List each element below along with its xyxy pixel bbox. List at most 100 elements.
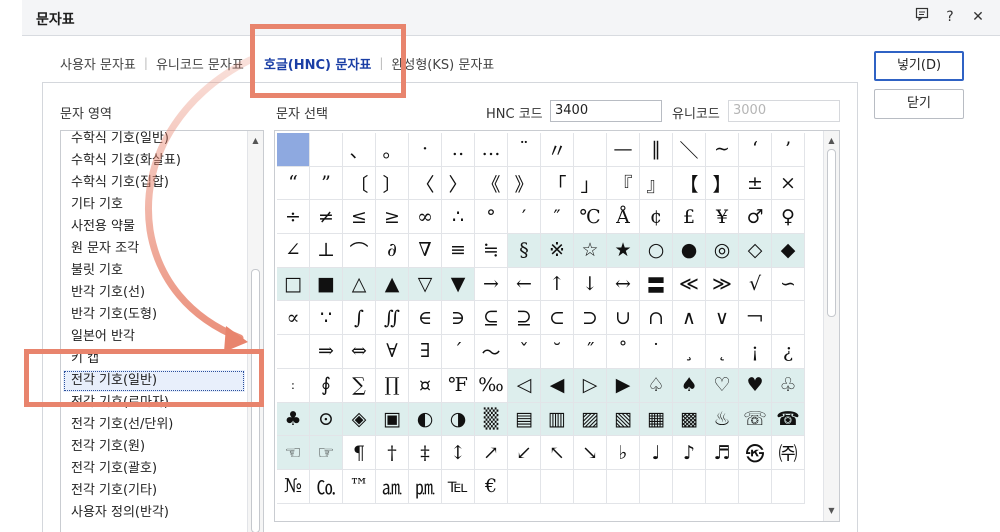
char-cell[interactable] (277, 335, 310, 369)
char-cell[interactable]: ∇ (409, 234, 442, 268)
char-cell[interactable]: ¥ (706, 200, 739, 235)
char-cell[interactable]: ～ (475, 335, 508, 369)
char-cell[interactable]: ÷ (277, 200, 310, 235)
char-cell[interactable]: 〃 (541, 133, 574, 167)
char-cell[interactable]: 』 (640, 166, 673, 201)
char-cell[interactable]: ▥ (541, 402, 574, 437)
area-list-item[interactable]: 반각 기호(선) (61, 282, 247, 304)
char-cell[interactable]: · (409, 133, 442, 167)
char-cell[interactable]: ± (739, 166, 772, 201)
char-cell[interactable]: ▤ (508, 402, 541, 437)
char-cell[interactable]: ↑ (541, 267, 574, 302)
char-cell[interactable]: ♡ (706, 368, 739, 403)
char-cell[interactable]: £ (673, 200, 706, 235)
area-list-item[interactable]: 전각 기호(선/단위) (61, 414, 247, 436)
char-cell[interactable]: ● (673, 234, 706, 268)
char-cell[interactable]: ♀ (772, 200, 805, 235)
close-button[interactable]: 닫기 (874, 89, 964, 119)
char-cell[interactable]: ↔ (607, 267, 640, 302)
area-list-item[interactable]: 수학식 기호(일반) (61, 131, 247, 150)
char-cell[interactable]: ☆ (574, 234, 607, 268)
insert-button[interactable]: 넣기(D) (874, 51, 964, 81)
char-cell[interactable]: ◀ (541, 368, 574, 403)
char-cell[interactable]: ∑ (343, 368, 376, 403)
char-cell[interactable] (574, 469, 607, 504)
char-cell[interactable]: ▽ (409, 267, 442, 302)
area-list-item[interactable]: 원 문자 조각 (61, 238, 247, 260)
char-cell[interactable] (310, 133, 343, 167)
char-cell[interactable]: ⊙ (310, 402, 343, 437)
char-cell[interactable]: ⊥ (310, 234, 343, 268)
char-cell[interactable]: ☏ (739, 402, 772, 437)
char-cell[interactable]: ⊇ (508, 301, 541, 336)
char-cell[interactable]: ♧ (772, 368, 805, 403)
scroll-up-icon[interactable]: ▲ (824, 133, 839, 149)
char-cell[interactable]: ○ (640, 234, 673, 268)
char-cell[interactable]: 、 (343, 133, 376, 167)
char-cell[interactable]: ″ (541, 200, 574, 235)
char-cell[interactable]: ː (277, 368, 310, 403)
char-cell[interactable]: ◐ (409, 402, 442, 437)
char-cell[interactable]: ↓ (574, 267, 607, 302)
char-cell[interactable]: ↗ (475, 436, 508, 470)
char-cell[interactable]: § (508, 234, 541, 268)
char-cell[interactable]: ㏘ (409, 469, 442, 504)
char-cell[interactable] (607, 469, 640, 504)
char-cell[interactable]: € (475, 469, 508, 504)
char-cell[interactable]: ♪ (673, 436, 706, 470)
char-cell[interactable]: ¿ (772, 335, 805, 369)
char-cell[interactable]: ▼ (442, 267, 475, 302)
char-cell[interactable]: ∽ (772, 267, 805, 302)
char-cell[interactable]: ▶ (607, 368, 640, 403)
char-cell[interactable]: ㉿ (739, 436, 772, 470)
char-cell[interactable] (772, 301, 805, 336)
char-cell[interactable]: ㏇ (310, 469, 343, 504)
char-cell[interactable]: √ (739, 267, 772, 302)
char-cell[interactable]: ≠ (310, 200, 343, 235)
area-list-item[interactable]: 일본어 반각 (61, 326, 247, 348)
area-list-item[interactable]: 수학식 기호(화살표) (61, 150, 247, 172)
char-cell[interactable]: ⊃ (574, 301, 607, 336)
close-icon[interactable]: ✕ (970, 7, 986, 27)
char-cell[interactable]: ¶ (343, 436, 376, 470)
char-cell[interactable]: 「 (541, 166, 574, 201)
char-cell[interactable]: ∝ (277, 301, 310, 336)
help-icon[interactable]: ? (942, 7, 958, 27)
char-cell[interactable]: ˘ (541, 335, 574, 369)
char-cell[interactable]: → (475, 267, 508, 302)
char-cell[interactable]: ∵ (310, 301, 343, 336)
area-list-item[interactable]: 수학식 기호(집합) (61, 172, 247, 194)
char-cell[interactable]: 〕 (376, 166, 409, 201)
char-cell[interactable]: 〉 (442, 166, 475, 201)
char-cell[interactable]: ‡ (409, 436, 442, 470)
char-cell[interactable]: ★ (607, 234, 640, 268)
char-cell[interactable]: ▧ (607, 402, 640, 437)
area-list-item[interactable]: 사전용 약물 (61, 216, 247, 238)
char-cell[interactable]: ☜ (277, 436, 310, 470)
char-cell[interactable]: ˛ (706, 335, 739, 369)
char-cell[interactable]: ♭ (607, 436, 640, 470)
char-cell[interactable]: ¡ (739, 335, 772, 369)
char-cell[interactable]: ◇ (739, 234, 772, 268)
char-cell[interactable]: ≪ (673, 267, 706, 302)
char-cell[interactable]: ∂ (376, 234, 409, 268)
char-cell[interactable] (739, 469, 772, 504)
char-cell[interactable]: ▣ (376, 402, 409, 437)
char-cell[interactable]: ∧ (673, 301, 706, 336)
char-cell[interactable]: ↕ (442, 436, 475, 470)
area-list-item[interactable]: 전각 기호(괄호) (61, 458, 247, 480)
char-cell[interactable]: ∞ (409, 200, 442, 235)
char-cell[interactable]: † (376, 436, 409, 470)
area-list-item[interactable]: 전각 기호(기타) (61, 480, 247, 502)
char-cell[interactable]: ▷ (574, 368, 607, 403)
char-cell[interactable]: “ (277, 166, 310, 201)
char-cell[interactable]: ’ (772, 133, 805, 167)
char-cell[interactable] (706, 469, 739, 504)
char-cell[interactable]: ” (310, 166, 343, 201)
char-cell[interactable]: □ (277, 267, 310, 302)
char-cell[interactable]: ∈ (409, 301, 442, 336)
area-list-item[interactable]: 전각 기호(원) (61, 436, 247, 458)
char-cell[interactable]: ¨ (508, 133, 541, 167)
char-cell[interactable]: 『 (607, 166, 640, 201)
char-cell[interactable]: ∬ (376, 301, 409, 336)
